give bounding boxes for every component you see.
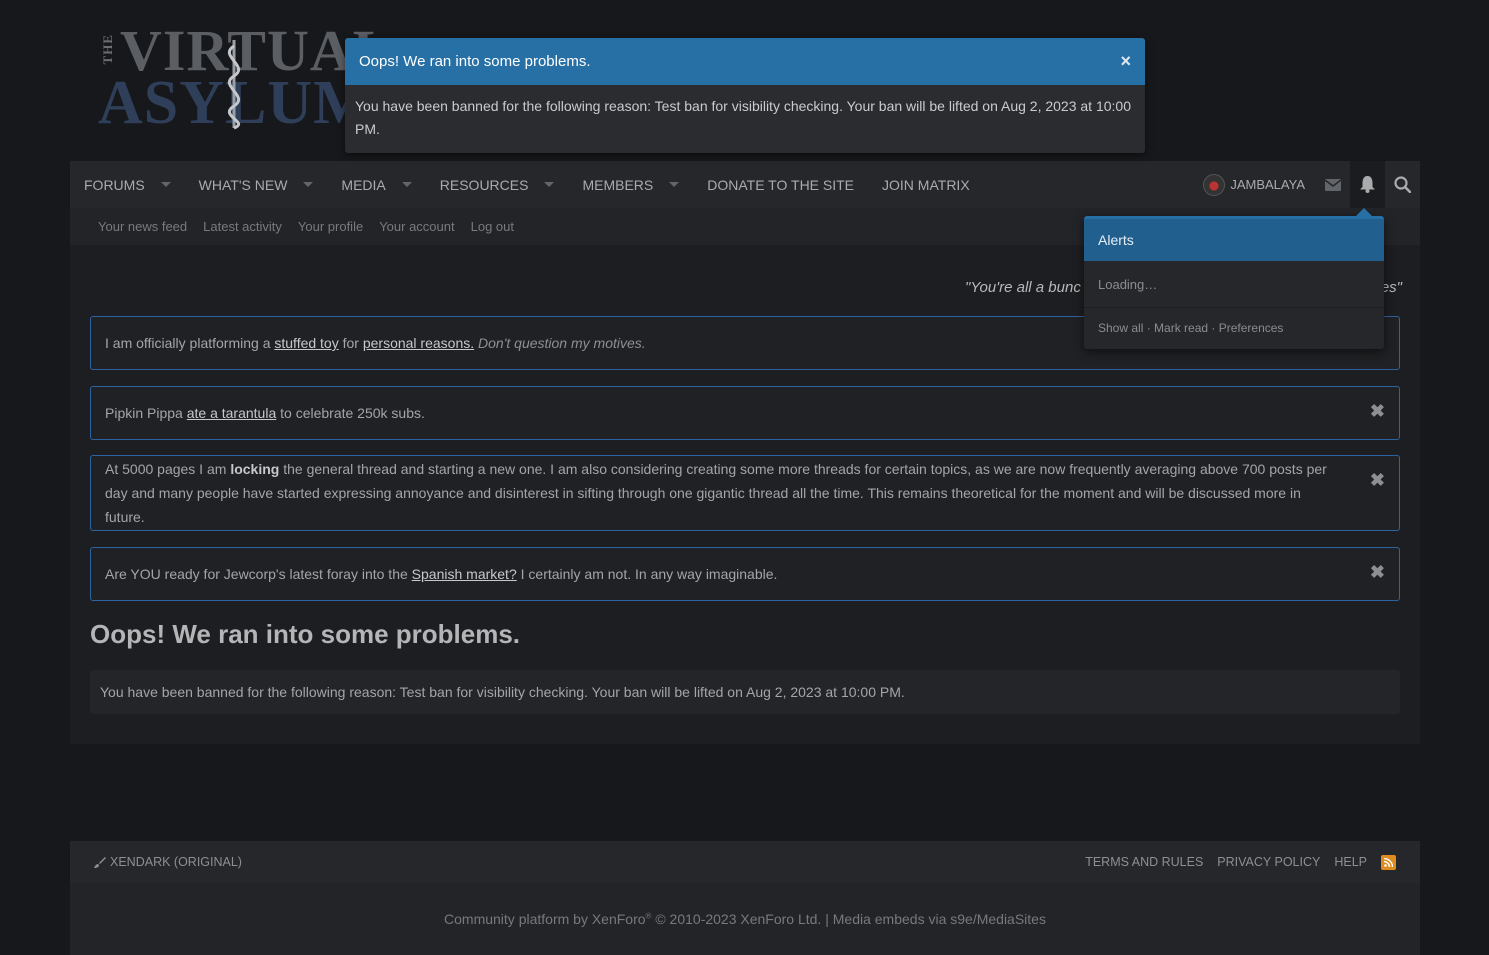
nav-donate[interactable]: Donate to the site <box>693 161 868 208</box>
footer-privacy-link[interactable]: Privacy policy <box>1217 855 1320 869</box>
tagline-end: es" <box>1380 279 1402 296</box>
notice-link[interactable]: personal reasons. <box>363 335 474 351</box>
caret-down-icon[interactable] <box>160 182 171 187</box>
main-nav: Forums What's new Media Resources Member… <box>70 161 1420 208</box>
notice-text: At 5000 pages I am locking the general t… <box>105 457 1343 529</box>
avatar <box>1203 173 1226 196</box>
notice-text-part: I certainly am not. In any way imaginabl… <box>516 566 778 582</box>
notice-text-part: Are YOU ready for Jewcorp's latest foray… <box>105 566 412 582</box>
rss-icon[interactable] <box>1381 854 1396 870</box>
notice-emphasis: Don't question my motives. <box>478 335 646 351</box>
banner-header: Oops! We ran into some problems. × <box>345 38 1145 85</box>
footer-terms-link[interactable]: Terms and rules <box>1085 855 1203 869</box>
alerts-loading: Loading… <box>1084 261 1384 308</box>
style-chooser[interactable]: XenDark (Original) <box>94 855 242 869</box>
tagline-start: "You're all a bunc <box>965 279 1081 296</box>
notice-text: I am officially platforming a stuffed to… <box>105 331 646 355</box>
caduceus-icon <box>227 40 241 130</box>
nav-media[interactable]: Media <box>327 161 425 208</box>
caret-down-icon[interactable] <box>401 182 412 187</box>
subnav-latest-activity[interactable]: Latest activity <box>195 219 290 234</box>
footer-copyright: Community platform by XenForo® © 2010-20… <box>70 883 1420 955</box>
nav-label: Join Matrix <box>882 176 970 193</box>
nav-label: Forums <box>84 176 145 193</box>
envelope-icon <box>1324 178 1341 191</box>
subnav-news-feed[interactable]: Your news feed <box>90 219 195 234</box>
separator: · <box>1143 321 1155 335</box>
alerts-button[interactable] <box>1350 161 1385 208</box>
notice-text-part: the general thread and starting a new on… <box>105 461 1327 525</box>
rss-glyph <box>1384 857 1393 867</box>
bell-icon <box>1360 176 1375 193</box>
alerts-popup: Alerts Loading… Show all · Mark read · P… <box>1084 208 1384 349</box>
search-icon <box>1394 176 1411 193</box>
notice-item: At 5000 pages I am locking the general t… <box>90 455 1400 531</box>
alerts-title: Alerts <box>1084 216 1384 261</box>
dismiss-icon[interactable]: ✖ <box>1370 468 1385 492</box>
site-logo[interactable]: THE VIRTUAL ASYLUM <box>96 28 376 132</box>
notice-item: Are YOU ready for Jewcorp's latest foray… <box>90 547 1400 601</box>
nav-forums[interactable]: Forums <box>70 161 185 208</box>
notice-text: Are YOU ready for Jewcorp's latest foray… <box>105 562 777 586</box>
separator: · <box>1208 321 1219 335</box>
footer-help-link[interactable]: Help <box>1334 855 1367 869</box>
caret-down-icon[interactable] <box>303 182 314 187</box>
paintbrush-icon <box>94 857 106 868</box>
nav-resources[interactable]: Resources <box>426 161 569 208</box>
copyright-part: © 2010-2023 XenForo Ltd. | Media embeds … <box>651 911 1046 927</box>
notice-link[interactable]: stuffed toy <box>274 335 338 351</box>
alerts-mark-read[interactable]: Mark read <box>1154 321 1208 335</box>
nav-label: Members <box>582 176 654 193</box>
error-banner: Oops! We ran into some problems. × You h… <box>345 38 1145 153</box>
close-icon[interactable]: × <box>1120 51 1131 72</box>
nav-join-matrix[interactable]: Join Matrix <box>868 161 984 208</box>
notice-text-part: Pipkin Pippa <box>105 405 187 421</box>
alerts-footer: Show all · Mark read · Preferences <box>1084 308 1384 348</box>
caret-down-icon[interactable] <box>669 182 680 187</box>
nav-whats-new[interactable]: What's new <box>185 161 328 208</box>
subnav-log-out[interactable]: Log out <box>463 219 522 234</box>
username: Jambalaya <box>1230 177 1305 192</box>
notice-text-part: I am officially platforming a <box>105 335 275 351</box>
nav-label: Media <box>341 176 386 193</box>
copyright-part: Community platform by XenForo <box>444 911 646 927</box>
nav-label: What's new <box>198 176 288 193</box>
notice-bold: locking <box>230 461 280 477</box>
notice-link[interactable]: ate a tarantula <box>187 405 277 421</box>
page-title: Oops! We ran into some problems. <box>90 619 521 649</box>
banner-title: Oops! We ran into some problems. <box>359 53 591 70</box>
banner-message: You have been banned for the following r… <box>355 98 1131 137</box>
footer-links: Terms and rules Privacy policy Help <box>1071 854 1396 870</box>
notice-item: Pipkin Pippa ate a tarantula to celebrat… <box>90 386 1400 440</box>
notice-text-part: to celebrate 250k subs. <box>276 405 425 421</box>
footer-bar: XenDark (Original) Terms and rules Priva… <box>70 841 1420 883</box>
notice-text-part: At 5000 pages I am <box>105 461 231 477</box>
nav-members[interactable]: Members <box>568 161 693 208</box>
dismiss-icon[interactable]: ✖ <box>1370 399 1385 423</box>
notice-text: Pipkin Pippa ate a tarantula to celebrat… <box>105 401 425 425</box>
subnav-your-profile[interactable]: Your profile <box>290 219 371 234</box>
search-button[interactable] <box>1385 161 1420 208</box>
alerts-show-all[interactable]: Show all <box>1098 321 1143 335</box>
conversations-button[interactable] <box>1315 161 1350 208</box>
alerts-preferences[interactable]: Preferences <box>1219 321 1284 335</box>
nav-label: Donate to the site <box>707 176 855 193</box>
nav-user-area: Jambalaya <box>1193 161 1420 208</box>
user-menu[interactable]: Jambalaya <box>1193 173 1315 196</box>
nav-label: Resources <box>439 176 529 193</box>
notice-text-part: for <box>338 335 363 351</box>
style-label: XenDark (Original) <box>110 855 242 869</box>
logo-the: THE <box>100 34 115 65</box>
error-message: You have been banned for the following r… <box>90 670 1400 714</box>
dismiss-icon[interactable]: ✖ <box>1370 560 1385 584</box>
notice-link[interactable]: Spanish market? <box>412 566 517 582</box>
caret-down-icon[interactable] <box>544 182 555 187</box>
subnav-your-account[interactable]: Your account <box>371 219 462 234</box>
copyright-text: Community platform by XenForo® © 2010-20… <box>444 911 1046 927</box>
